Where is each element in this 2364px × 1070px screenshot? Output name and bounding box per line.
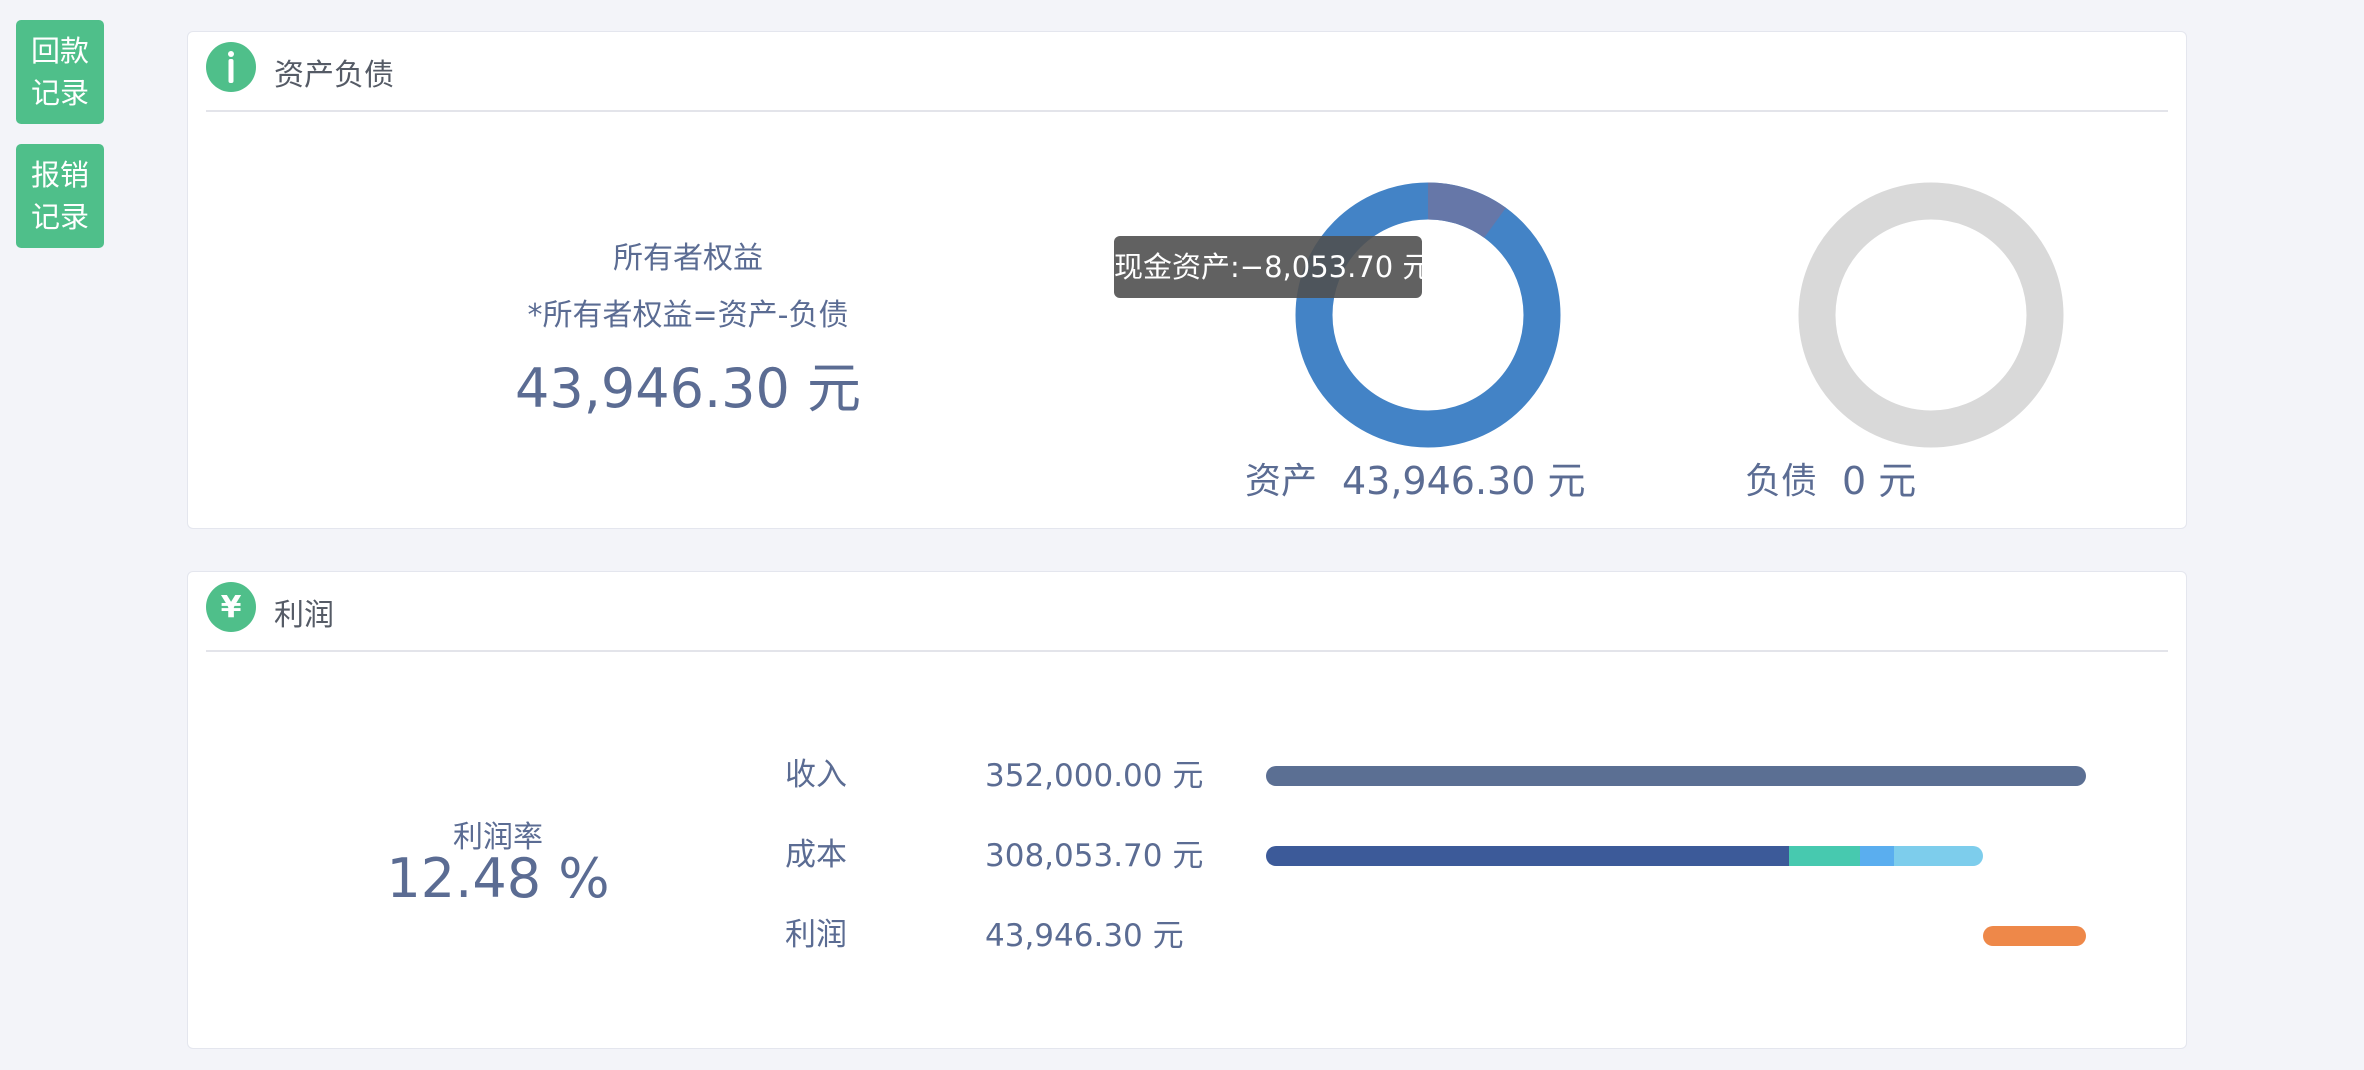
equity-label: 所有者权益 <box>613 241 763 276</box>
assets-label: 资产 <box>1245 461 1318 502</box>
profit-panel-title: 利润 <box>274 598 334 633</box>
cost-value: 308,053.70 元 <box>985 838 1204 874</box>
cost-bar[interactable] <box>1266 846 1983 866</box>
repay-record-label: 回款 记录 <box>30 34 89 110</box>
profit-rate-value: 12.48 % <box>386 847 610 910</box>
cost-bar-segment[interactable] <box>1266 846 1789 866</box>
equity-formula: *所有者权益=资产-负债 <box>527 298 849 333</box>
income-value: 352,000.00 元 <box>985 758 1204 794</box>
profit-bar[interactable] <box>1983 926 2086 946</box>
cost-bar-segment[interactable] <box>1894 846 1983 866</box>
cost-bar-segment[interactable] <box>1860 846 1894 866</box>
balance-panel-header: 资产负债 <box>206 32 2168 112</box>
liabilities-label: 负债 <box>1745 461 1818 502</box>
liabilities-donut-chart[interactable] <box>1781 165 2081 465</box>
reimburse-record-label: 报销 记录 <box>30 158 89 234</box>
income-label: 收入 <box>785 757 847 793</box>
equity-value: 43,946.30 元 <box>515 357 861 420</box>
cash-assets-tooltip: 现金资产:−8,053.70 元 <box>1114 236 1431 298</box>
profit-panel-header: ¥ 利润 <box>206 572 2168 652</box>
reimburse-record-button[interactable]: 报销 记录 <box>16 144 104 248</box>
info-icon <box>206 42 256 92</box>
profit-panel: ¥ 利润 利润率 12.48 % 收入 成本 利润 352,000.00 元 3… <box>187 571 2187 1049</box>
cost-label: 成本 <box>785 837 847 873</box>
yen-icon: ¥ <box>206 582 256 632</box>
assets-donut-cash-segment <box>1427 182 1506 239</box>
profit-label: 利润 <box>785 917 847 953</box>
income-bar[interactable] <box>1266 766 2086 786</box>
profit-value: 43,946.30 元 <box>985 918 1184 954</box>
assets-value: 43,946.30 元 <box>1342 459 1586 503</box>
cost-bar-segment[interactable] <box>1789 846 1860 866</box>
liabilities-value: 0 元 <box>1842 459 1917 503</box>
balance-panel-title: 资产负债 <box>274 58 394 93</box>
assets-donut-chart[interactable] <box>1278 165 1578 465</box>
repay-record-button[interactable]: 回款 记录 <box>16 20 104 124</box>
